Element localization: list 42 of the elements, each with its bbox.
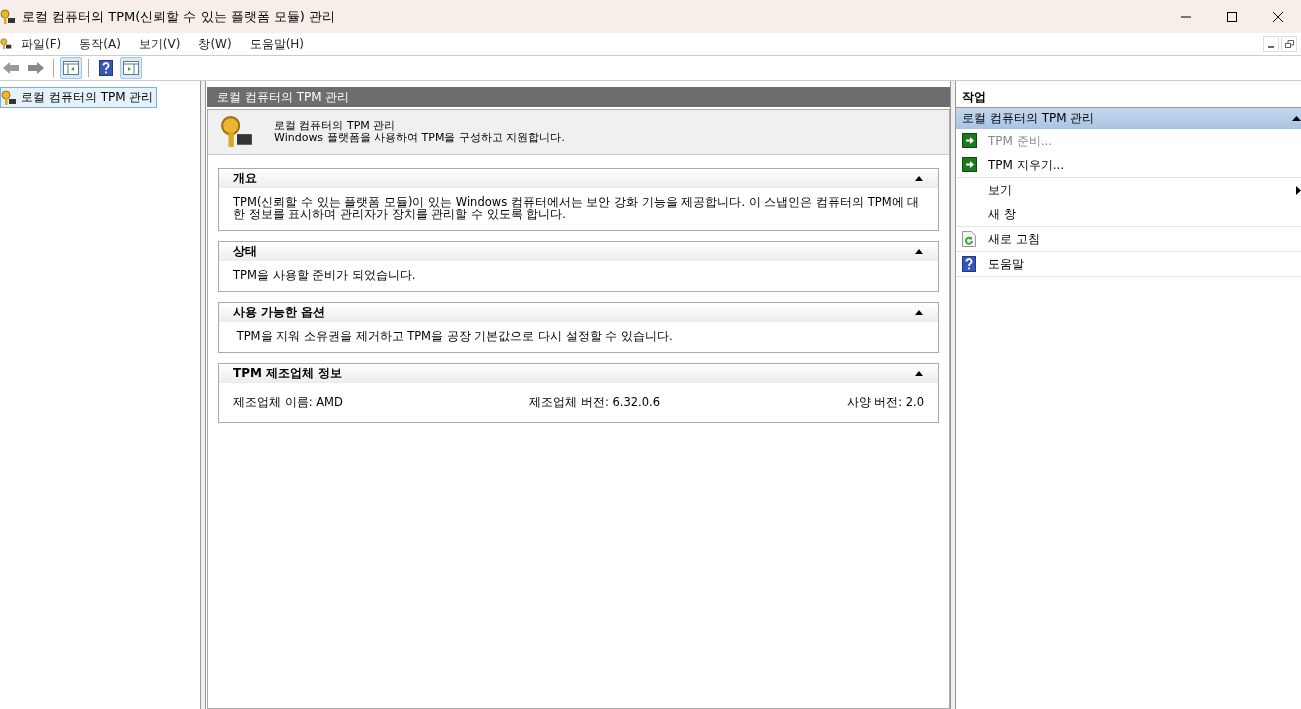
info-field: 제조업체 버전: 6.32.0.6 [529,395,661,410]
help-icon [962,256,976,272]
action-item[interactable]: TPM 지우기... [956,153,1301,177]
action-item[interactable]: 새 창 [956,202,1301,226]
menu-item[interactable]: 동작(A) [70,35,130,53]
maximize-icon [1227,11,1237,22]
intro-subtitle: Windows 플랫폼을 사용하여 TPM을 구성하고 지원합니다. [274,132,565,144]
close-icon [1273,11,1283,22]
section-title: TPM 제조업체 정보 [233,365,343,382]
refresh-icon [962,231,976,247]
action-group-title: 로컬 컴퓨터의 TPM 관리 [962,110,1095,127]
show-tree-button[interactable] [60,57,82,79]
section-title: 사용 가능한 옵션 [233,304,326,321]
action-item[interactable]: 도움말 [956,252,1301,276]
pane-header: 로컬 컴퓨터의 TPM 관리 [207,87,950,107]
minimize-button[interactable] [1263,36,1279,52]
restore-button[interactable] [1281,36,1297,52]
key-chip-icon [1,89,17,106]
section-text: TPM을 지워 소유권을 제거하고 TPM을 공장 기본값으로 다시 설정할 수 있습니다. [235,328,674,345]
section-text: TPM을 사용할 준비가 되었습니다. [232,267,417,284]
restore-icon [1284,40,1294,48]
menu-item[interactable]: 파일(F) [12,35,71,53]
show-action-pane-button[interactable] [120,57,142,79]
info-field: 사양 버전: 2.0 [846,395,924,410]
menu-item[interactable]: 창(W) [189,35,241,53]
window-title: 로컬 컴퓨터의 TPM(신뢰할 수 있는 플랫폼 모듈) 관리 [22,7,337,26]
app-icon [0,8,16,25]
section-title: 개요 [233,170,257,187]
console-icon [0,38,12,50]
section-text: TPM(신뢰할 수 있는 플랫폼 모듈)이 있는 Windows 컴퓨터에서는 보안 강화 기능을 제공합니다. 이 스냅인은 컴퓨터의 TPM에 대한 정보를 표시하며 관리자가 장치를 관리할 수 있도록 합니다. [232,194,921,223]
menu-item[interactable]: 보기(V) [129,35,190,53]
action-item[interactable]: 새로 고침 [956,227,1301,251]
submenu-arrow-icon [1296,185,1301,195]
key-chip-icon [220,115,254,149]
section-title: 상태 [233,243,257,260]
action-item[interactable]: 보기 [956,178,1301,202]
tree-item[interactable]: 로컬 컴퓨터의 TPM 관리 [0,87,158,108]
help-icon [99,60,113,76]
info-field: 제조업체 이름: AMD [233,395,343,410]
action-group-header[interactable]: 로컬 컴퓨터의 TPM 관리 [956,108,1301,129]
intro-title: 로컬 컴퓨터의 TPM 관리 [274,120,397,132]
menu-item[interactable]: 도움말(H) [240,35,314,53]
